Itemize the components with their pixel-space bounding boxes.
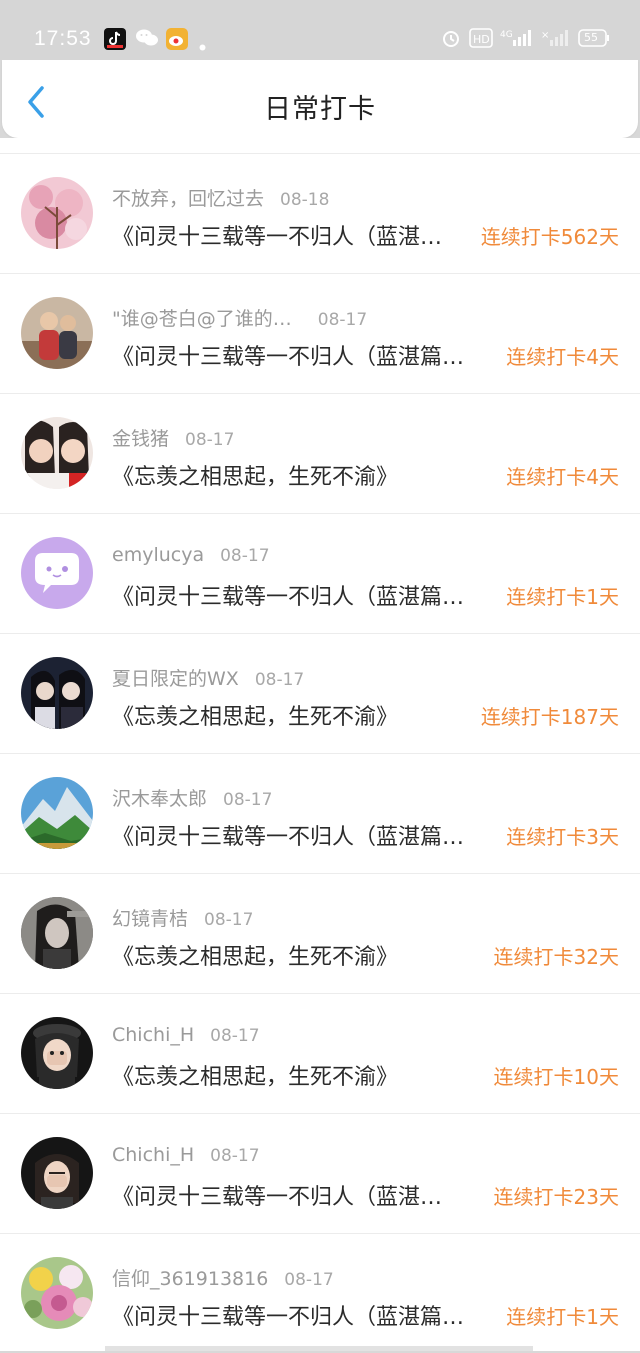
- header: 日常打卡: [2, 60, 638, 138]
- checkin-item[interactable]: 沢木奉太郎 08-17 《问灵十三载等一不归人（蓝湛篇… 连续打卡3天: [0, 754, 640, 873]
- work-title[interactable]: 《忘羡之相思起，生死不渝》: [112, 939, 472, 971]
- checkin-date: 08-17: [210, 1146, 260, 1166]
- checkin-date: 08-17: [220, 546, 270, 566]
- weibo-icon: [166, 28, 188, 54]
- work-title[interactable]: 《忘羡之相思起，生死不渝》: [112, 459, 492, 491]
- svg-text:×: ×: [541, 30, 549, 41]
- streak-label: 连续打卡32天: [493, 945, 619, 969]
- checkin-meta: 夏日限定的WX 08-17: [112, 664, 304, 691]
- checkin-meta: "谁@苍白@了谁的… 08-17: [112, 304, 367, 331]
- checkin-date: 08-17: [317, 310, 368, 330]
- page-title: 日常打卡: [264, 94, 376, 125]
- scroll-indicator: [105, 1346, 533, 1351]
- username[interactable]: 金钱猪: [112, 428, 169, 450]
- username[interactable]: 不放弃，回忆过去: [112, 188, 264, 210]
- avatar[interactable]: [21, 297, 93, 369]
- avatar[interactable]: [21, 1137, 93, 1209]
- username[interactable]: "谁@苍白@了谁的…: [112, 308, 292, 330]
- checkin-meta: 金钱猪 08-17: [112, 424, 234, 451]
- username[interactable]: Chichi_H: [112, 1144, 194, 1166]
- checkin-meta: Chichi_H 08-17: [112, 1024, 260, 1046]
- checkin-item[interactable]: "谁@苍白@了谁的… 08-17 《问灵十三载等一不归人（蓝湛篇… 连续打卡4天: [0, 274, 640, 393]
- streak-label: 连续打卡10天: [493, 1065, 619, 1089]
- streak-label: 连续打卡23天: [493, 1185, 619, 1209]
- work-title[interactable]: 《忘羡之相思起，生死不渝》: [112, 1059, 472, 1091]
- work-title[interactable]: 《问灵十三载等一不归人（蓝湛篇…: [112, 1299, 492, 1331]
- checkin-item[interactable]: Chichi_H 08-17 《问灵十三载等一不归人（蓝湛… 连续打卡23天: [0, 1114, 640, 1233]
- streak-label: 连续打卡4天: [506, 345, 619, 369]
- battery-level: 55: [584, 31, 598, 44]
- checkin-date: 08-17: [210, 1026, 260, 1046]
- username[interactable]: emylucya: [112, 544, 204, 566]
- avatar[interactable]: [21, 897, 93, 969]
- avatar[interactable]: [21, 417, 93, 489]
- dot-icon: [199, 36, 206, 55]
- tiktok-icon: [104, 28, 126, 54]
- avatar[interactable]: [21, 1017, 93, 1089]
- username[interactable]: Chichi_H: [112, 1024, 194, 1046]
- streak-label: 连续打卡562天: [480, 225, 619, 249]
- checkin-date: 08-17: [185, 430, 235, 450]
- checkin-date: 08-17: [204, 910, 254, 930]
- checkin-item[interactable]: 金钱猪 08-17 《忘羡之相思起，生死不渝》 连续打卡4天: [0, 394, 640, 513]
- avatar[interactable]: [21, 777, 93, 849]
- signal-icon: ×: [541, 28, 569, 52]
- checkin-meta: Chichi_H 08-17: [112, 1144, 260, 1166]
- checkin-item[interactable]: 幻镜青桔 08-17 《忘羡之相思起，生死不渝》 连续打卡32天: [0, 874, 640, 993]
- checkin-date: 08-17: [254, 670, 305, 690]
- checkin-list: 不放弃，回忆过去 08-18 《问灵十三载等一不归人（蓝湛… 连续打卡562天 "…: [0, 138, 640, 1351]
- wechat-icon: [136, 28, 158, 52]
- streak-label: 连续打卡3天: [506, 825, 619, 849]
- work-title[interactable]: 《问灵十三载等一不归人（蓝湛篇…: [112, 339, 492, 371]
- checkin-item[interactable]: 夏日限定的WX 08-17 《忘羡之相思起，生死不渝》 连续打卡187天: [0, 634, 640, 753]
- checkin-date: 08-17: [223, 790, 273, 810]
- checkin-item[interactable]: 不放弃，回忆过去 08-18 《问灵十三载等一不归人（蓝湛… 连续打卡562天: [0, 154, 640, 273]
- checkin-item[interactable]: Chichi_H 08-17 《忘羡之相思起，生死不渝》 连续打卡10天: [0, 994, 640, 1113]
- svg-text:4G: 4G: [500, 30, 513, 40]
- alarm-icon: [441, 28, 461, 52]
- username[interactable]: 沢木奉太郎: [112, 788, 207, 810]
- work-title[interactable]: 《问灵十三载等一不归人（蓝湛…: [112, 219, 468, 251]
- signal-4g-icon: 4G: [500, 28, 534, 52]
- avatar[interactable]: [21, 177, 93, 249]
- streak-label: 连续打卡1天: [506, 1305, 619, 1329]
- work-title[interactable]: 《问灵十三载等一不归人（蓝湛篇…: [112, 579, 492, 611]
- work-title[interactable]: 《问灵十三载等一不归人（蓝湛…: [112, 1179, 468, 1211]
- checkin-meta: 信仰_361913816 08-17: [112, 1264, 334, 1291]
- work-title[interactable]: 《忘羡之相思起，生死不渝》: [112, 699, 468, 731]
- status-bar: 17:53 HD 4G × 55: [0, 0, 640, 60]
- hd-icon: HD: [469, 28, 493, 52]
- svg-text:HD: HD: [473, 33, 490, 46]
- checkin-item[interactable]: emylucya 08-17 《问灵十三载等一不归人（蓝湛篇… 连续打卡1天: [0, 514, 640, 633]
- checkin-date: 08-18: [280, 190, 330, 210]
- checkin-date: 08-17: [284, 1270, 334, 1290]
- avatar[interactable]: [21, 657, 93, 729]
- streak-label: 连续打卡4天: [506, 465, 619, 489]
- checkin-meta: 幻镜青桔 08-17: [112, 904, 253, 931]
- username[interactable]: 夏日限定的WX: [112, 668, 239, 690]
- status-time: 17:53: [34, 27, 92, 50]
- checkin-meta: 沢木奉太郎 08-17: [112, 784, 272, 811]
- checkin-meta: emylucya 08-17: [112, 544, 270, 566]
- username[interactable]: 幻镜青桔: [112, 908, 188, 930]
- checkin-item[interactable]: 信仰_361913816 08-17 《问灵十三载等一不归人（蓝湛篇… 连续打卡1…: [0, 1234, 640, 1353]
- streak-label: 连续打卡187天: [480, 705, 619, 729]
- checkin-meta: 不放弃，回忆过去 08-18: [112, 184, 329, 211]
- work-title[interactable]: 《问灵十三载等一不归人（蓝湛篇…: [112, 819, 492, 851]
- streak-label: 连续打卡1天: [506, 585, 619, 609]
- avatar[interactable]: [21, 1257, 93, 1329]
- username[interactable]: 信仰_361913816: [112, 1268, 268, 1290]
- avatar[interactable]: [21, 537, 93, 609]
